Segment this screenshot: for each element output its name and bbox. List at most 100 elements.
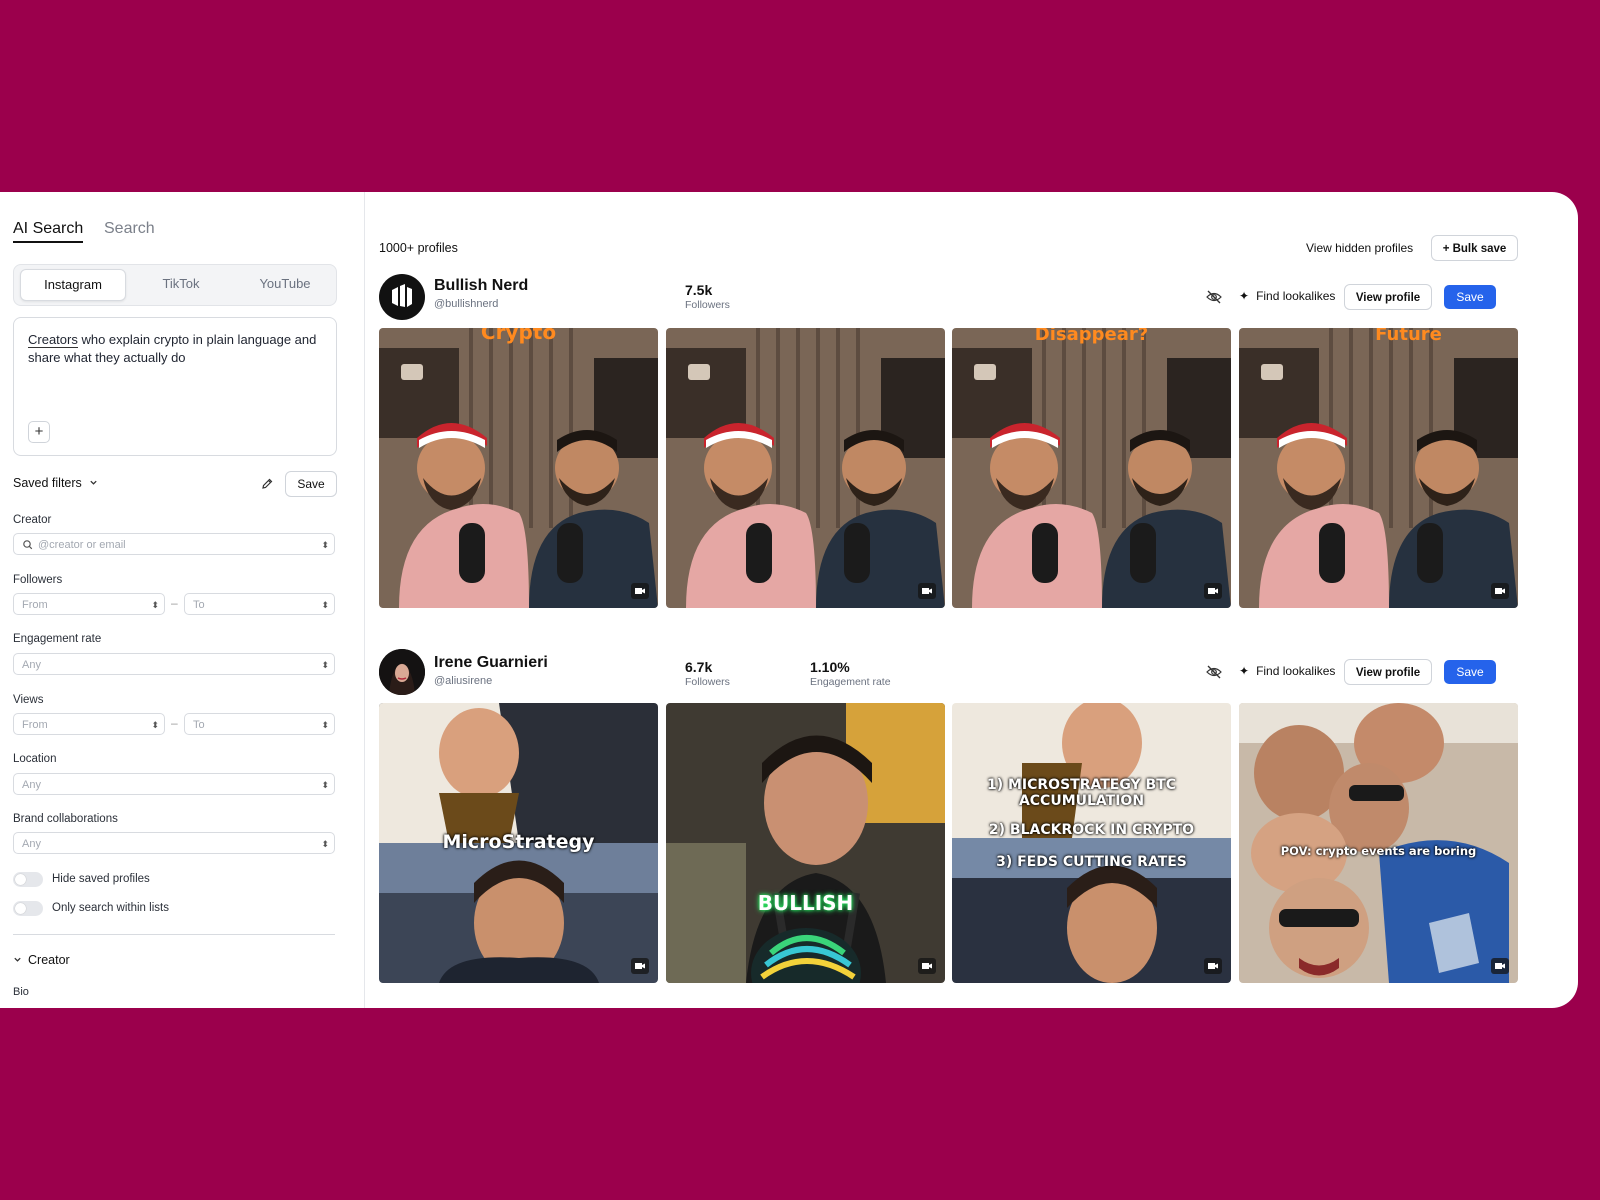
creator-placeholder: @creator or email	[38, 539, 126, 551]
find-lookalikes-button[interactable]: ✦ Find lookalikes	[1239, 289, 1335, 303]
video-icon	[631, 583, 649, 599]
range-dash: –	[171, 596, 178, 610]
pencil-icon[interactable]	[260, 477, 274, 496]
podcast-studio-image	[1239, 328, 1518, 608]
to-placeholder: To	[193, 599, 205, 611]
profile-name[interactable]: Irene Guarnieri	[434, 654, 548, 672]
divider	[13, 934, 335, 935]
eye-off-icon[interactable]	[1205, 663, 1223, 686]
any-placeholder: Any	[22, 659, 41, 671]
bio-label: Bio	[13, 986, 29, 998]
avatar[interactable]	[379, 274, 425, 320]
query-first-word: Creators	[28, 332, 78, 348]
updown-icon: ⬍	[321, 540, 328, 550]
creator-section-label: Creator	[28, 953, 70, 967]
range-dash: –	[171, 716, 178, 730]
content-thumbnail[interactable]: POV: crypto events are boring	[1239, 703, 1518, 983]
profile-handle: @bullishnerd	[434, 298, 499, 310]
query-text: Creators who explain crypto in plain lan…	[28, 331, 323, 367]
ai-query-input[interactable]: Creators who explain crypto in plain lan…	[13, 317, 337, 456]
save-profile-button[interactable]: Save	[1444, 660, 1496, 684]
eye-off-icon[interactable]	[1205, 288, 1223, 311]
content-thumbnail[interactable]: Disappear?	[952, 328, 1231, 608]
to-placeholder: To	[193, 719, 205, 731]
add-attachment-button[interactable]: +	[28, 421, 50, 443]
content-thumbnail[interactable]: 1) MICROSTRATEGY BTC ACCUMULATION 2) BLA…	[952, 703, 1231, 983]
followers-to-input[interactable]: To ⬍	[184, 593, 335, 615]
podcast-studio-image	[379, 328, 658, 608]
followers-value: 7.5k	[685, 282, 713, 298]
content-thumbnail[interactable]: Future	[1239, 328, 1518, 608]
updown-icon: ⬍	[151, 720, 158, 730]
any-placeholder: Any	[22, 779, 41, 791]
app-window: AI Search Search Instagram TikTok YouTub…	[0, 192, 1578, 1008]
location-label: Location	[13, 753, 57, 765]
followers-from-input[interactable]: From ⬍	[13, 593, 165, 615]
engagement-select[interactable]: Any ⬍	[13, 653, 335, 675]
event-photo-image	[666, 703, 945, 983]
toggle-knob	[15, 874, 26, 885]
updown-icon: ⬍	[321, 720, 328, 730]
engagement-label: Engagement rate	[13, 633, 102, 645]
views-label: Views	[13, 694, 44, 706]
hide-saved-toggle[interactable]	[13, 872, 43, 887]
sparkle-icon: ✦	[1239, 289, 1250, 303]
content-thumbnail[interactable]	[666, 328, 945, 608]
any-placeholder: Any	[22, 838, 41, 850]
content-thumbnail[interactable]: MicroStrategy	[379, 703, 658, 983]
avatar[interactable]	[379, 649, 425, 695]
thumbnail-caption-2: 2) BLACKROCK IN CRYPTO	[988, 822, 1195, 838]
profile-count: 1000+ profiles	[379, 241, 458, 255]
video-icon	[1491, 958, 1509, 974]
profile-card: Bullish Nerd @bullishnerd 7.5k Followers…	[379, 274, 1554, 608]
engagement-label: Engagement rate	[810, 676, 891, 688]
thumbnail-caption: BULLISH	[757, 891, 854, 915]
creator-section-toggle[interactable]: Creator	[13, 953, 70, 967]
platform-tabs: Instagram TikTok YouTube	[13, 264, 337, 306]
profile-card: Irene Guarnieri @aliusirene 6.7k Followe…	[379, 649, 1554, 983]
sparkle-icon: ✦	[1239, 664, 1250, 678]
views-from-input[interactable]: From ⬍	[13, 713, 165, 735]
content-thumbnail[interactable]: BULLISH	[666, 703, 945, 983]
podcast-studio-image	[952, 328, 1231, 608]
profile-name[interactable]: Bullish Nerd	[434, 277, 528, 295]
only-lists-label: Only search within lists	[52, 902, 169, 914]
saved-filters-dropdown[interactable]: Saved filters	[13, 476, 98, 490]
tab-instagram[interactable]: Instagram	[20, 269, 126, 301]
video-icon	[1204, 958, 1222, 974]
content-thumbnail[interactable]: Crypto	[379, 328, 658, 608]
save-profile-button[interactable]: Save	[1444, 285, 1496, 309]
thumbnail-caption: Crypto	[480, 328, 557, 344]
view-profile-button[interactable]: View profile	[1344, 659, 1432, 685]
tab-search[interactable]: Search	[104, 220, 155, 238]
selfie-photo-image	[1239, 703, 1518, 983]
find-lookalikes-button[interactable]: ✦ Find lookalikes	[1239, 664, 1335, 678]
engagement-value: 1.10%	[810, 659, 850, 675]
location-select[interactable]: Any ⬍	[13, 773, 335, 795]
view-profile-button[interactable]: View profile	[1344, 284, 1432, 310]
from-placeholder: From	[22, 719, 48, 731]
tab-youtube[interactable]: YouTube	[240, 269, 330, 299]
updown-icon: ⬍	[321, 600, 328, 610]
tab-ai-search[interactable]: AI Search	[13, 220, 84, 243]
video-icon	[631, 958, 649, 974]
creator-search-input[interactable]: @creator or email ⬍	[13, 533, 335, 555]
view-hidden-profiles-link[interactable]: View hidden profiles	[1306, 241, 1413, 255]
search-icon	[22, 534, 33, 564]
bulk-save-button[interactable]: + Bulk save	[1431, 235, 1518, 261]
views-to-input[interactable]: To ⬍	[184, 713, 335, 735]
brand-collab-select[interactable]: Any ⬍	[13, 832, 335, 854]
podcast-studio-image	[666, 328, 945, 608]
followers-label: Followers	[13, 574, 63, 586]
saved-filters-label: Saved filters	[13, 476, 82, 490]
followers-label: Followers	[685, 676, 730, 688]
bullish-nerd-logo	[392, 284, 412, 307]
save-filters-button[interactable]: Save	[285, 471, 337, 497]
brand-collab-label: Brand collaborations	[13, 813, 118, 825]
updown-icon: ⬍	[321, 660, 328, 670]
updown-icon: ⬍	[321, 839, 328, 849]
tab-tiktok[interactable]: TikTok	[136, 269, 226, 299]
thumbnail-caption: Disappear?	[1034, 328, 1149, 345]
event-photo-image	[952, 703, 1231, 983]
only-lists-toggle[interactable]	[13, 901, 43, 916]
